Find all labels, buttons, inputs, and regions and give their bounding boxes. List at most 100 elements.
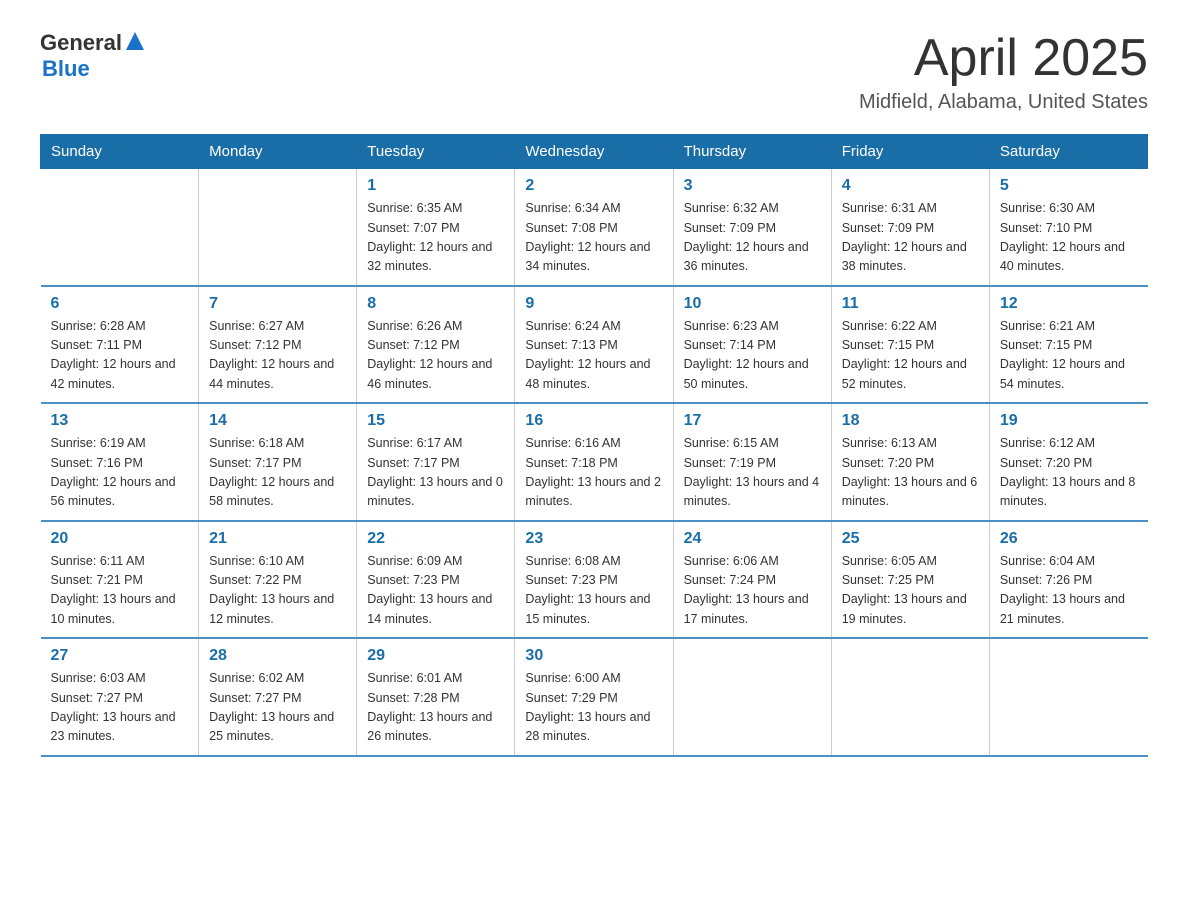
calendar-cell: 6 Sunrise: 6:28 AM Sunset: 7:11 PM Daylig… [41, 286, 199, 404]
day-number: 10 [684, 295, 821, 313]
calendar-cell: 28Sunrise: 6:02 AM Sunset: 7:27 PM Dayli… [199, 638, 357, 756]
day-number: 4 [842, 177, 979, 195]
day-info: Sunrise: 6:31 AM Sunset: 7:09 PM Dayligh… [842, 199, 979, 277]
location-title: Midfield, Alabama, United States [859, 91, 1148, 114]
day-number: 11 [842, 295, 979, 313]
day-number: 23 [525, 530, 662, 548]
calendar-cell: 8 Sunrise: 6:26 AM Sunset: 7:12 PM Daylig… [357, 286, 515, 404]
day-info: Sunrise: 6:22 AM Sunset: 7:15 PM Dayligh… [842, 317, 979, 395]
calendar-cell: 24 Sunrise: 6:06 AM Sunset: 7:24 PM Dayli… [673, 521, 831, 639]
calendar-cell [989, 638, 1147, 756]
day-info: Sunrise: 6:16 AM Sunset: 7:18 PM Dayligh… [525, 434, 662, 512]
calendar-cell: 20Sunrise: 6:11 AM Sunset: 7:21 PM Dayli… [41, 521, 199, 639]
day-number: 29 [367, 647, 504, 665]
day-number: 21 [209, 530, 346, 548]
day-number: 15 [367, 412, 504, 430]
weekday-header-friday: Friday [831, 135, 989, 169]
page-header: General Blue April 2025 Midfield, Alabam… [40, 30, 1148, 114]
day-info: Sunrise: 6:21 AM Sunset: 7:15 PM Dayligh… [1000, 317, 1138, 395]
day-number: 12 [1000, 295, 1138, 313]
weekday-header-monday: Monday [199, 135, 357, 169]
calendar-cell [831, 638, 989, 756]
day-info: Sunrise: 6:06 AM Sunset: 7:24 PM Dayligh… [684, 552, 821, 630]
calendar-week-row: 13Sunrise: 6:19 AM Sunset: 7:16 PM Dayli… [41, 403, 1148, 521]
day-number: 7 [209, 295, 346, 313]
day-number: 27 [51, 647, 189, 665]
calendar-cell: 9 Sunrise: 6:24 AM Sunset: 7:13 PM Daylig… [515, 286, 673, 404]
day-info: Sunrise: 6:35 AM Sunset: 7:07 PM Dayligh… [367, 199, 504, 277]
logo-text-general: General [40, 31, 122, 55]
calendar-cell: 12 Sunrise: 6:21 AM Sunset: 7:15 PM Dayli… [989, 286, 1147, 404]
day-info: Sunrise: 6:05 AM Sunset: 7:25 PM Dayligh… [842, 552, 979, 630]
weekday-header-tuesday: Tuesday [357, 135, 515, 169]
day-info: Sunrise: 6:03 AM Sunset: 7:27 PM Dayligh… [51, 669, 189, 747]
calendar-cell: 22 Sunrise: 6:09 AM Sunset: 7:23 PM Dayli… [357, 521, 515, 639]
calendar-cell: 19 Sunrise: 6:12 AM Sunset: 7:20 PM Dayli… [989, 403, 1147, 521]
day-number: 18 [842, 412, 979, 430]
day-info: Sunrise: 6:24 AM Sunset: 7:13 PM Dayligh… [525, 317, 662, 395]
day-number: 17 [684, 412, 821, 430]
calendar-cell: 27 Sunrise: 6:03 AM Sunset: 7:27 PM Dayli… [41, 638, 199, 756]
day-number: 13 [51, 412, 189, 430]
day-info: Sunrise: 6:12 AM Sunset: 7:20 PM Dayligh… [1000, 434, 1138, 512]
day-info: Sunrise: 6:17 AM Sunset: 7:17 PM Dayligh… [367, 434, 504, 512]
day-number: 1 [367, 177, 504, 195]
calendar-cell: 3Sunrise: 6:32 AM Sunset: 7:09 PM Daylig… [673, 169, 831, 286]
day-info: Sunrise: 6:04 AM Sunset: 7:26 PM Dayligh… [1000, 552, 1138, 630]
day-number: 19 [1000, 412, 1138, 430]
day-number: 14 [209, 412, 346, 430]
calendar-cell: 7 Sunrise: 6:27 AM Sunset: 7:12 PM Daylig… [199, 286, 357, 404]
day-number: 25 [842, 530, 979, 548]
calendar-cell: 2 Sunrise: 6:34 AM Sunset: 7:08 PM Daylig… [515, 169, 673, 286]
day-info: Sunrise: 6:28 AM Sunset: 7:11 PM Dayligh… [51, 317, 189, 395]
calendar-cell: 4 Sunrise: 6:31 AM Sunset: 7:09 PM Daylig… [831, 169, 989, 286]
day-info: Sunrise: 6:08 AM Sunset: 7:23 PM Dayligh… [525, 552, 662, 630]
calendar-table: SundayMondayTuesdayWednesdayThursdayFrid… [40, 134, 1148, 757]
calendar-week-row: 20Sunrise: 6:11 AM Sunset: 7:21 PM Dayli… [41, 521, 1148, 639]
day-number: 8 [367, 295, 504, 313]
day-info: Sunrise: 6:13 AM Sunset: 7:20 PM Dayligh… [842, 434, 979, 512]
calendar-cell: 15 Sunrise: 6:17 AM Sunset: 7:17 PM Dayli… [357, 403, 515, 521]
calendar-header: SundayMondayTuesdayWednesdayThursdayFrid… [41, 135, 1148, 169]
calendar-cell: 10 Sunrise: 6:23 AM Sunset: 7:14 PM Dayli… [673, 286, 831, 404]
calendar-week-row: 6 Sunrise: 6:28 AM Sunset: 7:11 PM Daylig… [41, 286, 1148, 404]
day-info: Sunrise: 6:27 AM Sunset: 7:12 PM Dayligh… [209, 317, 346, 395]
day-info: Sunrise: 6:15 AM Sunset: 7:19 PM Dayligh… [684, 434, 821, 512]
logo-triangle-icon [124, 30, 146, 52]
calendar-cell: 16 Sunrise: 6:16 AM Sunset: 7:18 PM Dayli… [515, 403, 673, 521]
day-number: 30 [525, 647, 662, 665]
day-info: Sunrise: 6:26 AM Sunset: 7:12 PM Dayligh… [367, 317, 504, 395]
weekday-header-thursday: Thursday [673, 135, 831, 169]
calendar-cell: 11 Sunrise: 6:22 AM Sunset: 7:15 PM Dayli… [831, 286, 989, 404]
logo-text-blue: Blue [42, 57, 146, 81]
calendar-cell: 23 Sunrise: 6:08 AM Sunset: 7:23 PM Dayli… [515, 521, 673, 639]
day-number: 9 [525, 295, 662, 313]
day-number: 26 [1000, 530, 1138, 548]
day-number: 22 [367, 530, 504, 548]
calendar-cell: 17 Sunrise: 6:15 AM Sunset: 7:19 PM Dayli… [673, 403, 831, 521]
day-number: 2 [525, 177, 662, 195]
calendar-cell: 14Sunrise: 6:18 AM Sunset: 7:17 PM Dayli… [199, 403, 357, 521]
day-info: Sunrise: 6:23 AM Sunset: 7:14 PM Dayligh… [684, 317, 821, 395]
calendar-cell: 25 Sunrise: 6:05 AM Sunset: 7:25 PM Dayli… [831, 521, 989, 639]
day-info: Sunrise: 6:02 AM Sunset: 7:27 PM Dayligh… [209, 669, 346, 747]
day-number: 16 [525, 412, 662, 430]
weekday-header-sunday: Sunday [41, 135, 199, 169]
logo: General Blue [40, 30, 146, 81]
calendar-cell: 18 Sunrise: 6:13 AM Sunset: 7:20 PM Dayli… [831, 403, 989, 521]
day-number: 20 [51, 530, 189, 548]
calendar-cell: 1 Sunrise: 6:35 AM Sunset: 7:07 PM Daylig… [357, 169, 515, 286]
day-info: Sunrise: 6:34 AM Sunset: 7:08 PM Dayligh… [525, 199, 662, 277]
day-number: 24 [684, 530, 821, 548]
calendar-week-row: 1 Sunrise: 6:35 AM Sunset: 7:07 PM Daylig… [41, 169, 1148, 286]
day-info: Sunrise: 6:01 AM Sunset: 7:28 PM Dayligh… [367, 669, 504, 747]
day-info: Sunrise: 6:30 AM Sunset: 7:10 PM Dayligh… [1000, 199, 1138, 277]
calendar-cell: 29 Sunrise: 6:01 AM Sunset: 7:28 PM Dayli… [357, 638, 515, 756]
weekday-header-wednesday: Wednesday [515, 135, 673, 169]
calendar-cell [41, 169, 199, 286]
day-number: 6 [51, 295, 189, 313]
day-info: Sunrise: 6:09 AM Sunset: 7:23 PM Dayligh… [367, 552, 504, 630]
day-number: 3 [684, 177, 821, 195]
calendar-cell: 13Sunrise: 6:19 AM Sunset: 7:16 PM Dayli… [41, 403, 199, 521]
calendar-cell [673, 638, 831, 756]
